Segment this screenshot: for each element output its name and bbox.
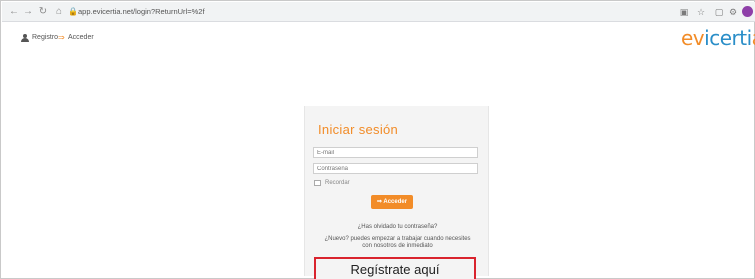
brand-logo-part-2: icerti	[704, 26, 752, 50]
browser-toolbar: ← → ↻ ⌂ 🔒 app.evicertia.net/login?Return…	[2, 2, 755, 22]
lock-icon[interactable]: 🔒	[68, 6, 78, 18]
extension-icon[interactable]: ▢	[713, 6, 725, 18]
reload-icon[interactable]: ↻	[37, 6, 49, 18]
login-arrow-icon: ⇒	[58, 33, 65, 42]
user-icon	[21, 34, 30, 42]
info-text-line-2: con nosotros de inmediato	[362, 243, 433, 249]
forward-icon[interactable]: →	[22, 6, 34, 18]
register-link[interactable]: Registro	[32, 33, 58, 43]
brand-logo-part-1: ev	[681, 26, 705, 50]
remember-label: Recordar	[325, 180, 350, 186]
brand-logo[interactable]: evicertia	[681, 26, 755, 50]
email-field[interactable]	[313, 147, 478, 158]
home-icon[interactable]: ⌂	[53, 6, 65, 18]
register-here-button[interactable]: Regístrate aquí	[314, 257, 476, 279]
login-submit-button[interactable]: ⇒ Acceder	[371, 195, 413, 209]
login-submit-label: Acceder	[383, 199, 408, 205]
settings-icon[interactable]: ⚙	[727, 6, 739, 18]
star-icon[interactable]: ☆	[695, 6, 707, 18]
address-bar[interactable]: app.evicertia.net/login?ReturnUrl=%2f	[78, 7, 205, 17]
login-panel: Iniciar sesión Recordar ⇒ Acceder ¿Has o…	[304, 106, 489, 276]
login-link[interactable]: Acceder	[68, 33, 94, 43]
profile-avatar[interactable]	[742, 6, 753, 17]
translate-icon[interactable]: ▣	[678, 6, 690, 18]
forgot-password-link[interactable]: ¿Has olvidado tu contraseña?	[305, 223, 490, 231]
brand-logo-part-3: a	[752, 26, 755, 50]
password-field[interactable]	[313, 163, 478, 174]
remember-checkbox[interactable]	[314, 180, 321, 186]
page-frame: ← → ↻ ⌂ 🔒 app.evicertia.net/login?Return…	[0, 0, 755, 279]
back-icon[interactable]: ←	[8, 6, 20, 18]
login-title: Iniciar sesión	[318, 122, 399, 137]
